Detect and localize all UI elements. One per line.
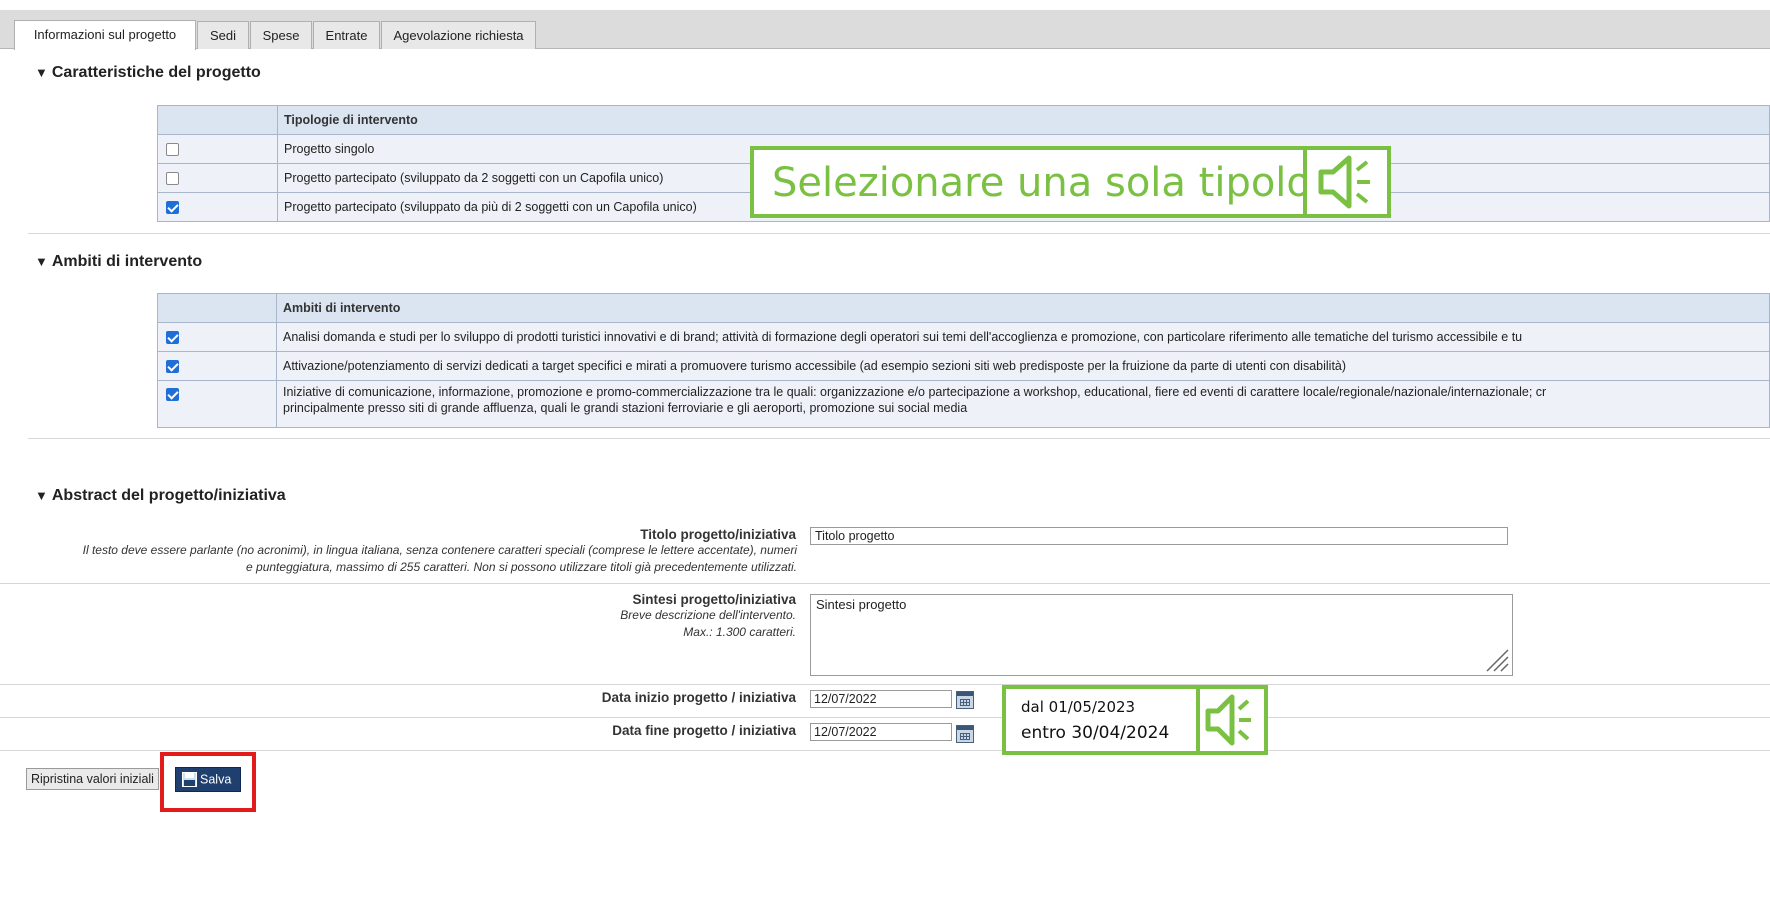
callout-line2: entro 30/04/2024	[1021, 723, 1170, 743]
table-header: Ambiti di intervento	[276, 293, 1770, 323]
tab-bar: Informazioni sul progetto Sedi Spese Ent…	[0, 10, 1770, 50]
section-divider	[28, 233, 1770, 234]
top-strip	[0, 0, 1770, 10]
header-check-cell	[157, 105, 278, 135]
tab-entrate[interactable]: Entrate	[313, 21, 380, 49]
section-divider	[28, 438, 1770, 439]
speaker-icon	[1303, 146, 1391, 218]
field-divider	[0, 750, 1770, 751]
table-row: Attivazione/potenziamento di servizi ded…	[157, 351, 1770, 381]
field-divider	[0, 717, 1770, 718]
sintesi-hint-2: Max.: 1.300 caratteri.	[683, 625, 796, 639]
sintesi-label: Sintesi progetto/iniziativa	[632, 592, 796, 607]
table-row: Iniziative di comunicazione, informazion…	[157, 380, 1770, 428]
section-abstract-title[interactable]: ▼ Abstract del progetto/iniziativa	[35, 487, 286, 505]
sintesi-textarea[interactable]: Sintesi progetto	[810, 594, 1513, 676]
row-label-continued: principalmente presso siti di grande aff…	[283, 401, 968, 415]
resize-handle-icon[interactable]	[1483, 646, 1509, 672]
tab-sedi[interactable]: Sedi	[197, 21, 249, 49]
calendar-icon[interactable]	[956, 691, 974, 709]
data-fine-label: Data fine progetto / iniziativa	[612, 723, 796, 738]
titolo-label: Titolo progetto/iniziativa	[640, 527, 796, 542]
checkbox-checked[interactable]	[166, 360, 179, 374]
field-divider	[0, 583, 1770, 584]
sintesi-value: Sintesi progetto	[816, 597, 907, 612]
calendar-icon[interactable]	[956, 725, 974, 743]
callout-text: Selezionare una sola tipologia	[772, 160, 1372, 206]
tab-agevolazione[interactable]: Agevolazione richiesta	[381, 21, 536, 49]
checkbox-checked[interactable]	[166, 201, 179, 215]
row-label: Attivazione/potenziamento di servizi ded…	[276, 351, 1770, 381]
checkbox-checked[interactable]	[166, 388, 179, 402]
save-highlight-box	[160, 752, 256, 812]
collapse-triangle-icon[interactable]: ▼	[35, 65, 48, 80]
tab-spese[interactable]: Spese	[250, 21, 312, 49]
section-caratteristiche-title[interactable]: ▼ Caratteristiche del progetto	[35, 64, 261, 82]
titolo-hint: Il testo deve essere parlante (no acroni…	[82, 543, 797, 557]
checkbox[interactable]	[166, 143, 179, 157]
date-callout-box: dal 01/05/2023 entro 30/04/2024	[1002, 685, 1200, 755]
table-header: Tipologie di intervento	[277, 105, 1770, 135]
section-ambiti-title[interactable]: ▼ Ambiti di intervento	[35, 253, 202, 271]
collapse-triangle-icon[interactable]: ▼	[35, 488, 48, 503]
header-check-cell	[157, 293, 277, 323]
callout-line1: dal 01/05/2023	[1021, 698, 1136, 716]
callout-box: Selezionare una sola tipologia	[750, 146, 1372, 218]
tab-informazioni[interactable]: Informazioni sul progetto	[14, 20, 196, 50]
sintesi-hint: Breve descrizione dell'intervento.	[620, 608, 796, 622]
section-title-text: Ambiti di intervento	[51, 253, 203, 270]
ambiti-table: Ambiti di intervento Analisi domanda e s…	[157, 293, 1770, 428]
speaker-icon	[1196, 685, 1268, 755]
section-title-text: Abstract del progetto/iniziativa	[51, 487, 286, 504]
checkbox-checked[interactable]	[166, 331, 179, 345]
row-label: Iniziative di comunicazione, informazion…	[283, 385, 1547, 399]
reset-button[interactable]: Ripristina valori iniziali	[26, 768, 159, 790]
titolo-input[interactable]	[810, 527, 1508, 545]
table-row: Analisi domanda e studi per lo sviluppo …	[157, 322, 1770, 352]
field-divider	[0, 684, 1770, 685]
collapse-triangle-icon[interactable]: ▼	[35, 254, 48, 269]
data-inizio-label: Data inizio progetto / iniziativa	[601, 690, 796, 705]
row-label: Analisi domanda e studi per lo sviluppo …	[276, 322, 1770, 352]
checkbox[interactable]	[166, 172, 179, 186]
section-title-text: Caratteristiche del progetto	[51, 64, 261, 81]
titolo-hint-2: e punteggiatura, massimo di 255 caratter…	[246, 560, 797, 574]
data-fine-input[interactable]	[810, 723, 952, 741]
data-inizio-input[interactable]	[810, 690, 952, 708]
